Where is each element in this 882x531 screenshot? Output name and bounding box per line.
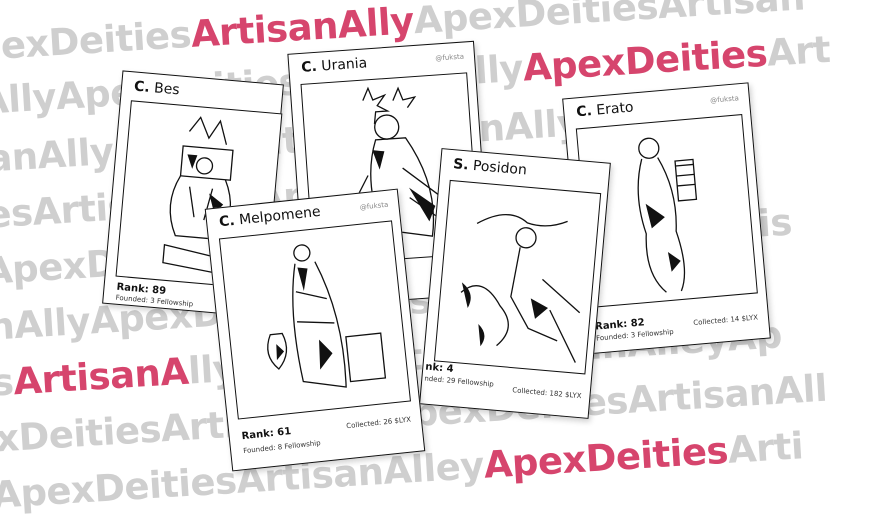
deity-illustration-melpomene <box>267 244 387 388</box>
card-handle: @fuksta <box>435 52 465 63</box>
card-title: S. Posidon <box>452 156 527 178</box>
card-name: Erato <box>595 99 635 119</box>
card-rarity: C. <box>133 78 151 96</box>
deity-illustration-posidon <box>460 214 581 363</box>
card-rarity: C. <box>300 58 318 76</box>
card-title: C. Bes <box>133 78 180 98</box>
card-title: C. Melpomene <box>218 204 321 231</box>
card-collected: Collected: 182 $LYX <box>511 386 582 401</box>
card-founded: nded: 29 Fellowship <box>424 374 495 389</box>
card-title: C. Urania <box>301 55 368 76</box>
card-artwork <box>218 220 411 420</box>
card-posidon[interactable]: S. Posidon nk: 4 nded: 29 Fellowship Col… <box>419 148 611 419</box>
card-founded: Founded: 8 Fellowship <box>242 439 321 456</box>
bg-word-highlight: ApexDeities <box>482 428 730 487</box>
card-name: Urania <box>320 55 368 75</box>
card-handle: @fuksta <box>359 200 389 212</box>
card-name: Melpomene <box>238 203 322 229</box>
card-rank: nk: 4 <box>424 361 454 375</box>
card-name: Posidon <box>472 157 528 179</box>
bg-word: Arti <box>726 424 805 472</box>
card-name: Bes <box>153 80 181 99</box>
card-collected: Collected: 14 $LYX <box>692 313 759 328</box>
bg-word-highlight: ApexDeities <box>521 31 769 90</box>
card-collected: Collected: 26 $LYX <box>345 415 412 431</box>
bg-word: Art <box>765 27 832 75</box>
card-rarity: C. <box>218 212 236 231</box>
card-artwork <box>433 179 602 375</box>
card-melpomene[interactable]: C. Melpomene @fuksta Rank: 61 Founded: 8… <box>204 188 426 472</box>
card-rarity: S. <box>452 156 470 174</box>
bg-word-highlight: ArtisanA <box>12 349 190 404</box>
card-handle: @fuksta <box>709 94 740 105</box>
card-rarity: C. <box>575 103 593 121</box>
card-title: C. Erato <box>576 99 634 120</box>
bg-word: ApexDeities <box>0 12 193 71</box>
card-rank: Rank: 61 <box>241 426 292 443</box>
